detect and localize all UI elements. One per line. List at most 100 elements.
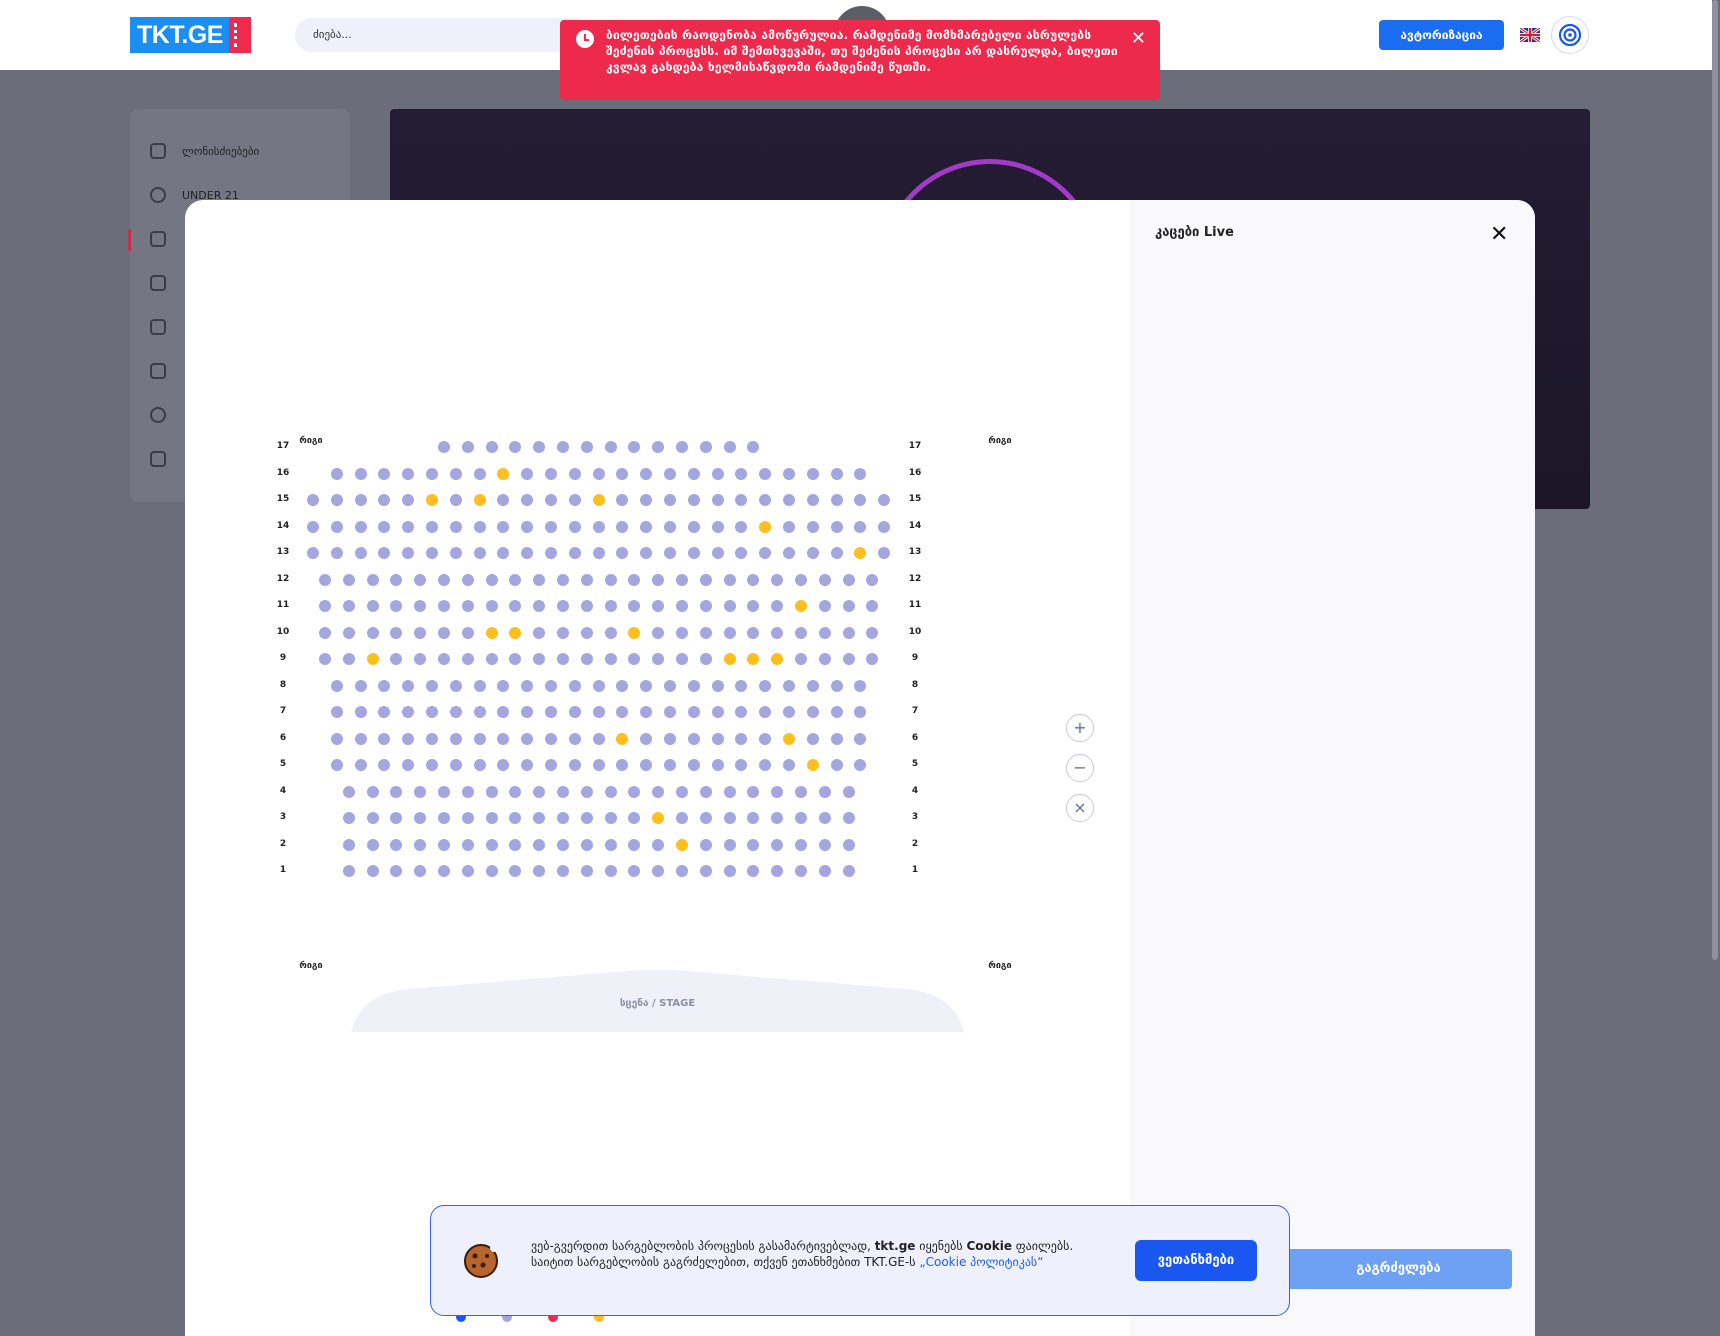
seat[interactable] xyxy=(461,653,474,665)
seat[interactable] xyxy=(402,759,415,771)
seat[interactable] xyxy=(794,865,807,877)
seat[interactable] xyxy=(616,679,629,692)
seat[interactable] xyxy=(521,759,534,771)
seat[interactable] xyxy=(307,494,319,506)
continue-button[interactable]: გაგრძელება xyxy=(1285,1249,1512,1289)
seat[interactable] xyxy=(402,547,415,559)
seat[interactable] xyxy=(366,653,379,665)
seat[interactable] xyxy=(664,732,676,745)
seat[interactable] xyxy=(533,785,546,798)
seat[interactable] xyxy=(390,626,403,639)
seat[interactable] xyxy=(354,520,367,533)
seat[interactable] xyxy=(521,706,534,718)
seat[interactable] xyxy=(556,653,569,665)
seat[interactable] xyxy=(461,626,474,639)
seat[interactable] xyxy=(556,838,569,851)
seat[interactable] xyxy=(854,520,867,533)
sidebar-item-other[interactable] xyxy=(150,359,166,383)
seat[interactable] xyxy=(687,706,700,718)
seat[interactable] xyxy=(783,759,795,771)
seat[interactable] xyxy=(509,785,522,798)
seat[interactable] xyxy=(449,759,462,771)
seat[interactable] xyxy=(699,865,712,877)
seat[interactable] xyxy=(497,494,510,506)
seat[interactable] xyxy=(497,679,510,692)
seat[interactable] xyxy=(521,494,534,506)
seat[interactable] xyxy=(426,732,438,745)
seat[interactable] xyxy=(783,494,795,506)
seat[interactable] xyxy=(735,467,748,480)
seat[interactable] xyxy=(473,467,486,480)
seat[interactable] xyxy=(675,626,688,639)
seat[interactable] xyxy=(580,626,593,639)
seat[interactable] xyxy=(330,494,343,506)
seat[interactable] xyxy=(473,706,486,718)
seat[interactable] xyxy=(806,467,819,480)
seat[interactable] xyxy=(533,573,546,586)
seat[interactable] xyxy=(664,759,676,771)
seat[interactable] xyxy=(652,838,665,851)
seat[interactable] xyxy=(759,547,772,559)
seat[interactable] xyxy=(640,520,653,533)
seat[interactable] xyxy=(771,626,784,639)
seat[interactable] xyxy=(354,494,367,506)
seat[interactable] xyxy=(366,785,379,798)
seat[interactable] xyxy=(842,600,855,612)
seat[interactable] xyxy=(675,653,688,665)
seat[interactable] xyxy=(628,573,641,586)
seat[interactable] xyxy=(640,494,653,506)
seat[interactable] xyxy=(437,441,450,453)
seat[interactable] xyxy=(830,467,843,480)
seat[interactable] xyxy=(461,865,474,877)
seat[interactable] xyxy=(878,520,891,533)
seat[interactable] xyxy=(509,838,522,851)
seat[interactable] xyxy=(509,626,522,639)
seat[interactable] xyxy=(402,520,415,533)
seat[interactable] xyxy=(533,838,546,851)
seat[interactable] xyxy=(699,838,712,851)
seat[interactable] xyxy=(771,812,784,824)
seat[interactable] xyxy=(604,812,617,824)
profile-button[interactable] xyxy=(1551,16,1589,54)
seat[interactable] xyxy=(759,520,772,533)
seat[interactable] xyxy=(342,865,355,877)
seat[interactable] xyxy=(545,467,557,480)
seat[interactable] xyxy=(580,812,593,824)
seat[interactable] xyxy=(414,838,427,851)
seat[interactable] xyxy=(556,785,569,798)
seat[interactable] xyxy=(628,626,641,639)
seat[interactable] xyxy=(485,600,498,612)
seat[interactable] xyxy=(628,865,641,877)
seat[interactable] xyxy=(592,520,605,533)
seat[interactable] xyxy=(354,759,367,771)
seat[interactable] xyxy=(437,573,450,586)
seat[interactable] xyxy=(664,706,676,718)
seat[interactable] xyxy=(854,467,867,480)
seat[interactable] xyxy=(711,467,724,480)
seat[interactable] xyxy=(437,838,450,851)
seat[interactable] xyxy=(675,838,688,851)
seat[interactable] xyxy=(366,626,379,639)
seat[interactable] xyxy=(806,679,819,692)
seat[interactable] xyxy=(473,759,486,771)
seat[interactable] xyxy=(545,547,557,559)
seat[interactable] xyxy=(378,759,391,771)
seat[interactable] xyxy=(354,679,367,692)
seat[interactable] xyxy=(604,865,617,877)
seat[interactable] xyxy=(521,520,534,533)
seat[interactable] xyxy=(604,573,617,586)
seat[interactable] xyxy=(354,547,367,559)
seat[interactable] xyxy=(842,812,855,824)
seat[interactable] xyxy=(604,600,617,612)
seat[interactable] xyxy=(854,679,867,692)
seat[interactable] xyxy=(783,706,795,718)
seat[interactable] xyxy=(747,812,760,824)
seat[interactable] xyxy=(747,653,760,665)
seat[interactable] xyxy=(699,653,712,665)
seat[interactable] xyxy=(652,653,665,665)
seat[interactable] xyxy=(616,547,629,559)
seat[interactable] xyxy=(414,626,427,639)
seat[interactable] xyxy=(568,759,581,771)
seat[interactable] xyxy=(759,759,772,771)
seat[interactable] xyxy=(747,600,760,612)
